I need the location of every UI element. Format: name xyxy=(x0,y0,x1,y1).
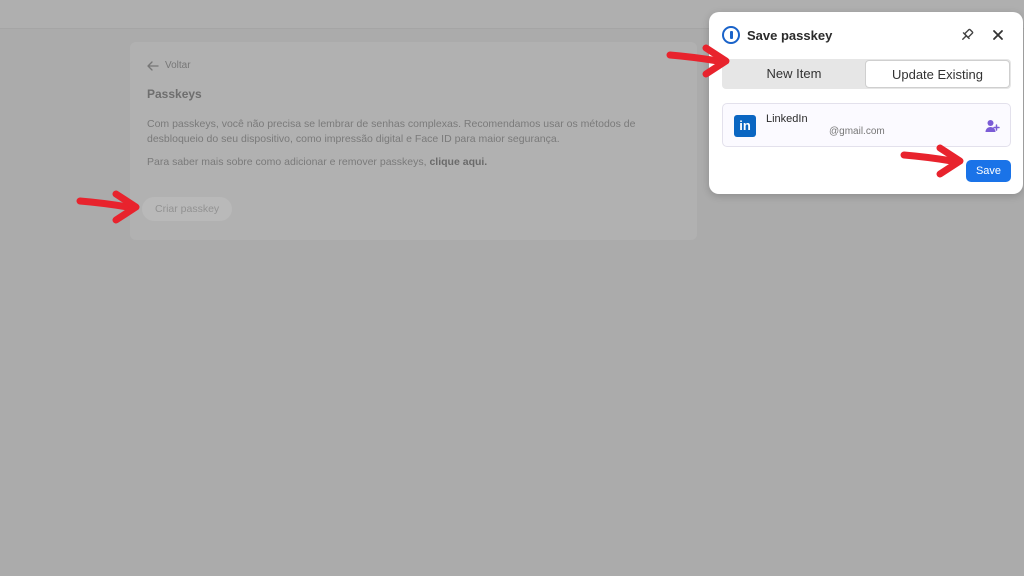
page-description: Com passkeys, você não precisa se lembra… xyxy=(147,118,636,145)
back-link[interactable]: Voltar xyxy=(147,60,191,71)
item-email: @gmail.com xyxy=(829,126,885,137)
popup-title: Save passkey xyxy=(747,28,833,43)
more-info-text: Para saber mais sobre como adicionar e r… xyxy=(147,156,677,168)
more-info-prefix: Para saber mais sobre como adicionar e r… xyxy=(147,156,427,168)
person-add-icon[interactable] xyxy=(984,118,1000,134)
tab-group: New Item Update Existing xyxy=(722,59,1011,89)
annotation-arrow-icon xyxy=(900,144,964,178)
passkeys-card: Voltar Passkeys Com passkeys, você não p… xyxy=(130,42,697,240)
annotation-arrow-icon xyxy=(666,44,730,78)
arrow-left-icon xyxy=(147,60,159,71)
item-name: LinkedIn xyxy=(766,113,808,125)
create-passkey-button[interactable]: Criar passkey xyxy=(142,197,233,221)
tab-update-existing[interactable]: Update Existing xyxy=(865,60,1010,88)
pin-icon[interactable] xyxy=(959,27,975,43)
save-button[interactable]: Save xyxy=(966,160,1011,182)
annotation-arrow-icon xyxy=(76,190,140,224)
linkedin-logo-icon: in xyxy=(734,115,756,137)
close-icon[interactable] xyxy=(990,27,1006,43)
tab-new-item[interactable]: New Item xyxy=(723,60,865,88)
back-label: Voltar xyxy=(165,60,191,71)
more-info-link[interactable]: clique aqui. xyxy=(429,156,487,168)
save-passkey-popup: Save passkey New Item Update Existing in… xyxy=(709,12,1023,194)
page-title: Passkeys xyxy=(147,87,202,101)
